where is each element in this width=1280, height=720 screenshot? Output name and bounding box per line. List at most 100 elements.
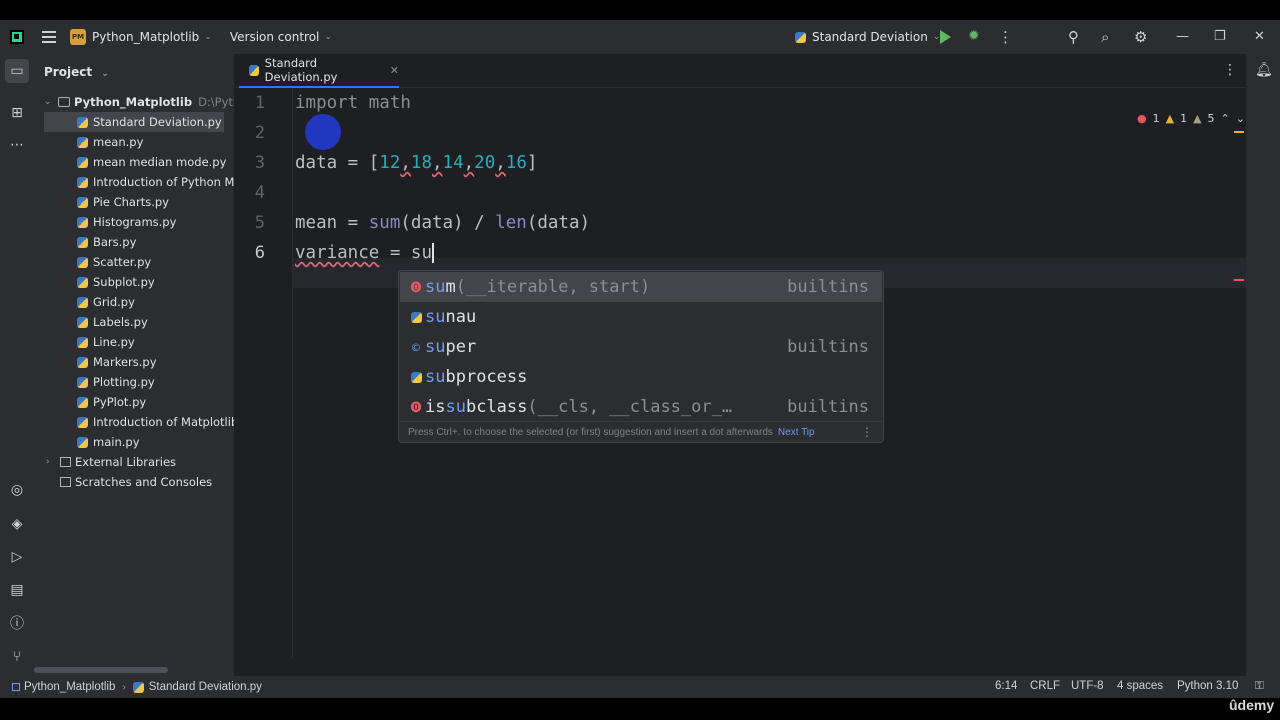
python-file-icon [795,31,806,43]
tree-item-label: Labels.py [93,315,148,329]
tree-item-scratches[interactable]: Scratches and Consoles [60,472,212,492]
search-icon[interactable]: ⌕ [1101,28,1109,46]
close-window-icon[interactable]: ✕ [1254,28,1265,46]
tree-item-label: Scratches and Consoles [75,475,213,489]
tree-item-label: mean median mode.py [93,155,227,169]
more-actions-icon[interactable]: ⋮ [998,28,1013,46]
indent-setting[interactable]: 4 spaces [1117,680,1163,692]
minimize-icon[interactable]: — [1176,28,1189,46]
tree-item[interactable]: Subplot.py [77,272,155,292]
more-tools-icon[interactable]: ⋯ [8,136,26,154]
run-icon[interactable] [940,30,951,44]
tab-standard-deviation[interactable]: Standard Deviation.py ✕ [239,54,399,88]
library-icon [60,457,71,467]
tree-item[interactable]: Scatter.py [77,252,151,272]
tree-item-label: Grid.py [93,295,135,309]
python-file-icon [77,156,88,168]
breadcrumb-separator-icon: › [122,681,126,693]
completion-item[interactable]: ⓿ sum (__iterable, start) builtins [400,272,882,302]
breadcrumb: Python_Matplotlib › Standard Deviation.p… [0,681,262,693]
code-text: (data) / [400,213,496,233]
project-panel-title: Project [44,65,93,79]
tree-item[interactable]: mean median mode.py [77,152,226,172]
completion-source: builtins [787,337,869,357]
completion-item[interactable]: subprocess [400,362,882,392]
number-token: 12 [379,153,401,173]
tree-item[interactable]: Labels.py [77,312,148,332]
python-file-icon [409,310,423,324]
tree-item[interactable]: mean.py [77,132,143,152]
tab-options-icon[interactable]: ⋮ [1223,62,1237,78]
warning-stripe-marker[interactable] [1234,131,1244,133]
python-file-icon [77,276,88,288]
tree-item[interactable]: Line.py [77,332,135,352]
project-root[interactable]: ⌄ Python_Matplotlib D:\Pythor [44,92,234,112]
project-panel-header[interactable]: Project ⌄ [44,65,109,79]
debug-icon[interactable]: ✹ [968,29,982,44]
tree-item-label: Line.py [93,335,135,349]
python-file-icon [77,376,88,388]
layers-icon[interactable]: ◈ [8,515,26,533]
editor-tab-bar: Standard Deviation.py ✕ ⋮ [235,54,1246,88]
code-line-3: data = [12,18,14,20,16] [295,148,537,178]
horizontal-scrollbar[interactable] [34,667,168,673]
popup-options-icon[interactable]: ⋮ [861,425,873,439]
breadcrumb-file[interactable]: Standard Deviation.py [149,681,262,693]
tree-item[interactable]: Plotting.py [77,372,155,392]
python-packages-icon[interactable]: ◎ [8,481,26,499]
completion-item[interactable]: © super builtins [400,332,882,362]
tree-item-label: PyPlot.py [93,395,147,409]
line-separator[interactable]: CRLF [1030,680,1060,692]
next-problem-icon[interactable]: ⌄ [1236,112,1245,125]
title-bar: PM Python_Matplotlib ⌄ Version control ⌄… [0,20,1280,54]
tree-item[interactable]: Introduction of Matplotlib.p [77,412,234,432]
restore-icon[interactable]: ❐ [1214,28,1226,46]
version-control-menu[interactable]: Version control ⌄ [230,30,332,44]
breadcrumb-project[interactable]: Python_Matplotlib [24,681,115,693]
caret-position[interactable]: 6:14 [995,680,1017,692]
terminal-icon[interactable]: ▤ [8,581,26,599]
python-interpreter[interactable]: Python 3.10 [1177,680,1238,692]
tree-item-label: Subplot.py [93,275,155,289]
structure-icon[interactable]: ⊞ [8,104,26,122]
tree-item[interactable]: Markers.py [77,352,157,372]
chevron-down-icon: ⌄ [324,32,332,42]
close-tab-icon[interactable]: ✕ [390,64,399,77]
video-letterbox-bottom [0,698,1280,720]
tree-item[interactable]: PyPlot.py [77,392,146,412]
inspection-widget[interactable]: ● 1 ▲ 1 ▲ 5 ⌃ ⌄ [1137,112,1245,125]
tree-item[interactable]: Introduction of Python Mac [77,172,234,192]
completion-name: sum [425,277,456,297]
settings-gear-icon[interactable]: ⚙ [1134,28,1147,46]
tree-item-external-libraries[interactable]: › External Libraries [46,452,176,472]
read-only-lock-icon[interactable]: ⚿ [1255,680,1264,693]
tree-item[interactable]: Grid.py [77,292,135,312]
keyword-token: ort [326,93,359,113]
tree-item[interactable]: Histograms.py [77,212,176,232]
previous-problem-icon[interactable]: ⌃ [1221,112,1230,125]
file-encoding[interactable]: UTF-8 [1071,680,1104,692]
tree-item[interactable]: Pie Charts.py [77,192,169,212]
notifications-bell-icon[interactable]: 🔔︎ [1255,62,1273,78]
error-stripe-marker[interactable] [1234,279,1244,281]
git-branch-icon[interactable]: ⑂ [8,648,26,666]
tree-item-standard-deviation[interactable]: Standard Deviation.py [44,112,224,132]
run-configuration-selector[interactable]: Standard Deviation ⌄ [795,20,940,54]
project-folder-icon[interactable]: ▭ [5,59,29,83]
tree-item[interactable]: Bars.py [77,232,136,252]
project-switcher[interactable]: Python_Matplotlib ⌄ [86,30,212,44]
completion-name: issubclass [425,397,528,417]
chevron-down-icon: ⌄ [204,32,212,42]
comma-token: , [495,153,506,173]
builtin-token: sum [368,213,401,233]
chevron-down-icon: ⌄ [101,69,109,79]
run-tool-icon[interactable]: ▷ [8,548,26,566]
add-user-icon[interactable]: ⚲ [1068,28,1079,46]
main-menu-icon[interactable] [42,31,56,43]
tree-item[interactable]: main.py [77,432,140,452]
next-tip-link[interactable]: Next Tip [778,427,815,438]
completion-item[interactable]: sunau [400,302,882,332]
problems-icon[interactable]: ⓘ [8,614,26,632]
completion-item[interactable]: ⓿ issubclass (__cls, __class_or_… builti… [400,392,882,422]
gutter-divider [292,88,293,658]
